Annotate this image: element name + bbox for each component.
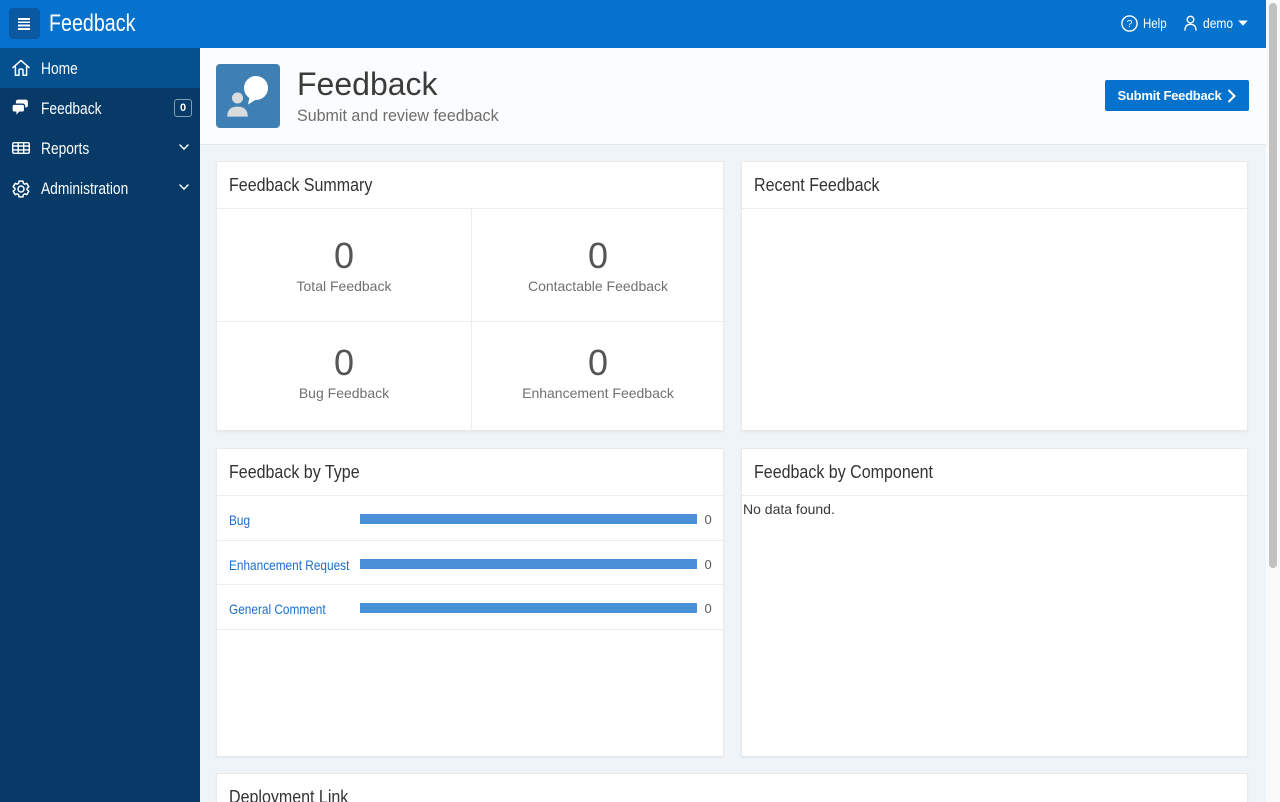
- svg-text:?: ?: [1127, 18, 1133, 30]
